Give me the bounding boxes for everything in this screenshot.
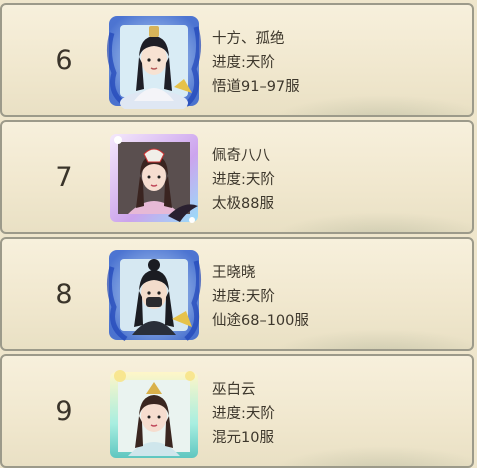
player-server: 仙途68–100服 bbox=[212, 313, 309, 329]
blue-dragon-frame-icon bbox=[106, 16, 202, 109]
ranking-list: 6 十方、孤绝 进度:天阶 悟道91–97服 7 佩奇八八 进度:天阶 太极88… bbox=[0, 0, 477, 468]
player-avatar[interactable] bbox=[106, 364, 202, 460]
player-progress: 进度:天阶 bbox=[212, 172, 275, 188]
player-info: 佩奇八八 进度:天阶 太极88服 bbox=[212, 144, 275, 216]
player-progress: 进度:天阶 bbox=[212, 289, 275, 305]
player-server: 悟道91–97服 bbox=[212, 79, 300, 95]
player-name: 十方、孤绝 bbox=[212, 31, 285, 47]
purple-white-frame-icon bbox=[110, 134, 198, 223]
player-avatar[interactable] bbox=[106, 247, 202, 343]
player-name: 王晓晓 bbox=[212, 265, 256, 281]
player-server: 太极88服 bbox=[212, 196, 274, 212]
player-avatar[interactable] bbox=[106, 130, 202, 226]
ranking-row-6[interactable]: 6 十方、孤绝 进度:天阶 悟道91–97服 bbox=[0, 3, 474, 117]
gold-teal-frame-icon bbox=[110, 370, 198, 458]
player-info: 十方、孤绝 进度:天阶 悟道91–97服 bbox=[212, 27, 300, 99]
blue-dragon-frame-icon bbox=[106, 250, 202, 342]
ranking-row-8[interactable]: 8 王晓晓 进度:天阶 仙途68–100服 bbox=[0, 237, 474, 351]
ranking-row-9[interactable]: 9 巫白云 进度:天阶 混元10服 bbox=[0, 354, 474, 468]
ranking-row-7[interactable]: 7 佩奇八八 进度:天阶 太极88服 bbox=[0, 120, 474, 234]
player-name: 佩奇八八 bbox=[212, 148, 270, 164]
player-server: 混元10服 bbox=[212, 430, 274, 446]
player-info: 王晓晓 进度:天阶 仙途68–100服 bbox=[212, 261, 309, 333]
player-progress: 进度:天阶 bbox=[212, 406, 275, 422]
player-info: 巫白云 进度:天阶 混元10服 bbox=[212, 378, 275, 450]
player-avatar[interactable] bbox=[106, 13, 202, 109]
player-progress: 进度:天阶 bbox=[212, 55, 275, 71]
player-name: 巫白云 bbox=[212, 382, 256, 398]
